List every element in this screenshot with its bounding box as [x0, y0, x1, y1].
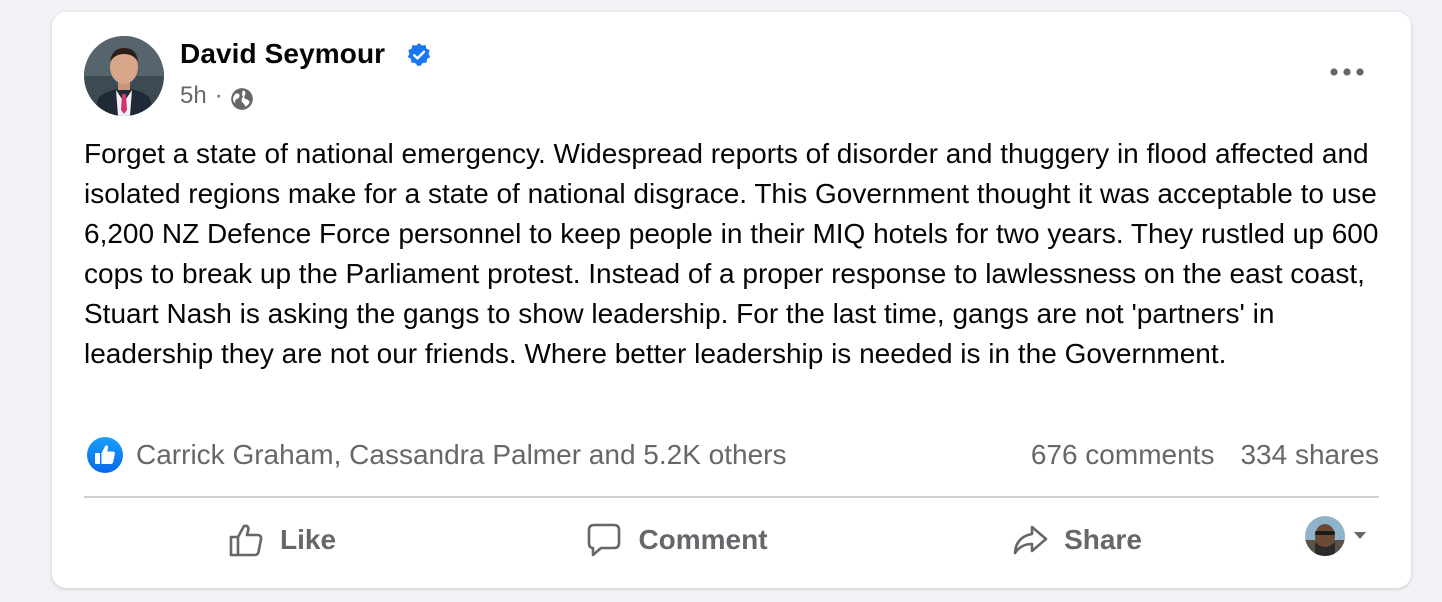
reactions-summary[interactable]: Carrick Graham, Cassandra Palmer and 5.2… — [86, 436, 787, 474]
like-label: Like — [279, 524, 337, 555]
globe-icon[interactable] — [229, 86, 255, 112]
like-button[interactable]: Like — [212, 510, 352, 570]
share-label: Share — [1064, 524, 1142, 555]
share-button[interactable]: Share — [1002, 510, 1152, 570]
comments-count[interactable]: 676 comments — [1031, 439, 1215, 471]
user-avatar — [1305, 516, 1345, 556]
more-options-icon[interactable] — [1319, 52, 1375, 92]
author-name[interactable]: David Seymour — [180, 38, 385, 70]
comment-label: Comment — [638, 524, 768, 555]
verified-badge-icon — [407, 43, 431, 66]
like-reaction-icon — [87, 437, 123, 473]
post-text: Forget a state of national emergency. Wi… — [84, 138, 1379, 369]
engagement-counts: 676 comments 334 shares — [1031, 436, 1379, 474]
reactions-text: Carrick Graham, Cassandra Palmer and 5.2… — [136, 439, 787, 470]
share-arrow-icon — [1013, 525, 1048, 555]
shares-count[interactable]: 334 shares — [1240, 439, 1379, 471]
divider — [84, 496, 1379, 498]
author-avatar[interactable] — [84, 36, 164, 116]
meta-separator: · — [214, 82, 223, 109]
post-meta: 5h · — [180, 80, 255, 112]
react-as-selector[interactable] — [1305, 516, 1367, 556]
post-card: David Seymour 5h · Forget a state of nat… — [52, 12, 1411, 588]
post-timestamp[interactable]: 5h — [180, 82, 207, 110]
comment-button[interactable]: Comment — [572, 510, 782, 570]
thumbs-up-icon — [229, 524, 263, 557]
caret-down-icon — [1354, 532, 1366, 539]
speech-bubble-icon — [588, 523, 621, 557]
